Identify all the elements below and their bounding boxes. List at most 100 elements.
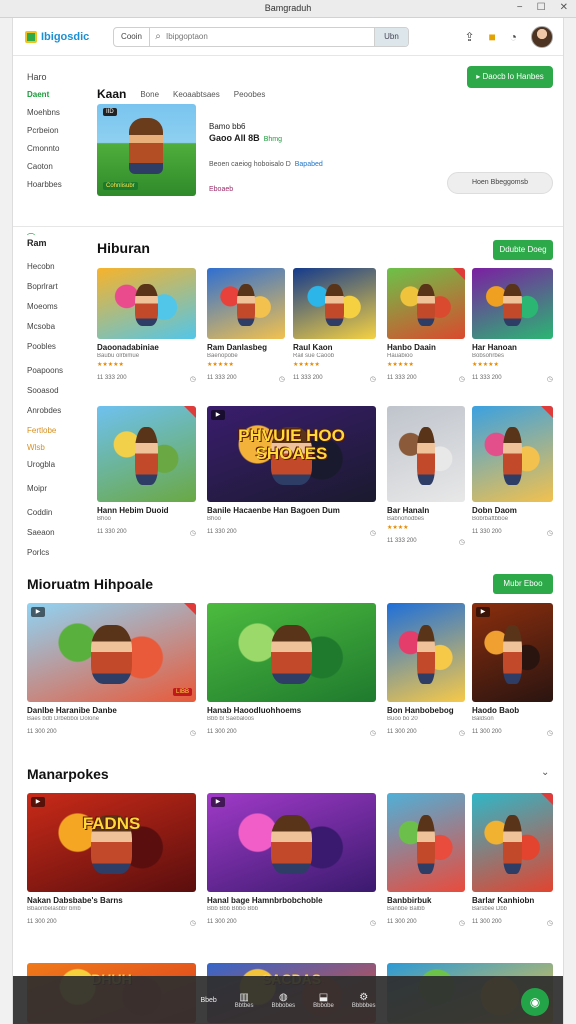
game-card[interactable]: Har Hanoan Bobsohrbes ★★★★★ 11 333 200 ◷ [472, 268, 553, 383]
game-title[interactable]: Bar Hanaln [387, 506, 465, 515]
game-card[interactable]: Hanab Haoodluohhoems Bbb bl Saebaloos 11 3… [207, 603, 376, 737]
sidebar-item[interactable]: Coddin [27, 508, 63, 528]
sidebar-item[interactable]: Moeoms [27, 302, 63, 322]
game-card[interactable]: Banbbirbuk Banbbe Balbb 11 300 200 ◷ [387, 793, 465, 927]
game-card[interactable]: Bon Hanbobebog Buoo bo 20 11 300 200 ◷ [387, 603, 465, 737]
game-title[interactable]: Banbbirbuk [387, 896, 465, 905]
game-title[interactable]: Raul Kaon [293, 343, 376, 352]
game-card[interactable]: ▶ Haodo Baob Baldson 11 300 200 ◷ [472, 603, 553, 737]
bottom-nav-item[interactable]: ⬓ Bbbobe [313, 992, 334, 1009]
game-card[interactable]: Raul Kaon Rail sue Caoob ★★★★★ 11 333 200 ◷ [293, 268, 376, 383]
info-icon[interactable]: ◷ [190, 375, 196, 383]
game-title[interactable]: Banile Hacaenbe Han Bagoen Dum [207, 506, 376, 515]
chat-button[interactable]: ◉ [521, 988, 549, 1016]
game-title[interactable]: Hanal bage Hamnbrbobchoble [207, 896, 376, 905]
search-input[interactable] [166, 32, 374, 41]
game-thumbnail[interactable] [472, 406, 553, 502]
game-thumbnail[interactable] [387, 268, 465, 339]
game-card[interactable]: Hanbo Daain Hauabioo ★★★★★ 11 333 200 ◷ [387, 268, 465, 383]
sidebar-item[interactable]: Urogbla [27, 460, 63, 484]
sidebar-item[interactable]: Sooasod [27, 386, 63, 406]
game-title[interactable]: Daoonadabiniae [97, 343, 196, 352]
close-icon[interactable]: ✕ [560, 2, 568, 13]
sidebar-item[interactable]: Caoton [27, 162, 77, 180]
header-action-button[interactable]: ▸ Daocb lo Hanbes [467, 66, 553, 88]
game-title[interactable]: Hanab Haoodluohhoems [207, 706, 376, 715]
info-icon[interactable]: ◷ [459, 538, 465, 546]
game-thumbnail[interactable] [387, 603, 465, 702]
featured-action-button[interactable]: Hoen Bbeggomsb [447, 172, 553, 194]
info-icon[interactable]: ◷ [190, 919, 196, 927]
game-thumbnail[interactable] [97, 406, 196, 502]
game-thumbnail[interactable]: ▶ LIBB [27, 603, 196, 702]
game-thumbnail[interactable] [472, 793, 553, 892]
sidebar-item[interactable]: Hoarbbes [27, 180, 77, 198]
info-icon[interactable]: ◷ [459, 375, 465, 383]
game-title[interactable]: Haodo Baob [472, 706, 553, 715]
sidebar-item[interactable]: Hecobn [27, 262, 63, 282]
info-icon[interactable]: ◷ [370, 375, 376, 383]
sidebar-item[interactable]: Porlcs [27, 548, 63, 568]
info-icon[interactable]: ◷ [190, 729, 196, 737]
sidebar-item[interactable]: Moipr [27, 484, 63, 508]
game-card[interactable]: ▶ PHVUIE HOO SHOAES Banile Hacaenbe Han Ba… [207, 406, 376, 537]
info-icon[interactable]: ◷ [370, 729, 376, 737]
game-card[interactable]: Ram Danlasbeg Baenopobe ★★★★★ 11 333 200 ◷ [207, 268, 285, 383]
game-thumbnail[interactable] [387, 793, 465, 892]
game-thumbnail[interactable] [97, 268, 196, 339]
game-thumbnail[interactable] [293, 268, 376, 339]
minimize-icon[interactable]: − [517, 2, 523, 13]
sidebar-item[interactable]: Cmonnto [27, 144, 77, 162]
sidebar-item[interactable]: Fertlobe [27, 426, 63, 443]
maximize-icon[interactable]: ☐ [537, 2, 546, 13]
game-thumbnail[interactable]: ▶ PHVUIE HOO SHOAES [207, 406, 376, 502]
game-thumbnail[interactable] [207, 268, 285, 339]
sidebar-item[interactable]: Moehbns [27, 108, 77, 126]
notification-icon[interactable]: ◔ [510, 30, 517, 44]
sidebar-item[interactable]: Boprlrart [27, 282, 63, 302]
game-card[interactable]: ▶ FADNS Nakan Dabsbabe's Barns Bbaonbelasbb… [27, 793, 196, 927]
game-title[interactable]: Danlbe Haranibe Danbe [27, 706, 196, 715]
info-icon[interactable]: ◷ [547, 375, 553, 383]
game-title[interactable]: Ram Danlasbeg [207, 343, 285, 352]
avatar[interactable] [531, 25, 553, 48]
section-1-button[interactable]: Ddubte Doeg [493, 240, 553, 260]
sidebar-item[interactable]: Poapoons [27, 366, 63, 386]
game-card[interactable]: ▶ Hanal bage Hamnbrbobchoble Bbb Bbb Bbbo … [207, 793, 376, 927]
sidebar-item[interactable]: Poobles [27, 342, 63, 366]
section-2-button[interactable]: Mubr Eboo [493, 574, 553, 594]
featured-publisher[interactable]: Eboaeb [209, 186, 323, 193]
info-icon[interactable]: ◷ [547, 729, 553, 737]
app-logo[interactable]: Ibigosdic [25, 30, 113, 43]
bottom-nav-item[interactable]: ▥ Bbtbes [235, 992, 254, 1009]
game-card[interactable]: Bar Hanaln Babnohodbes ★★★★ 11 333 200 ◷ [387, 406, 465, 546]
info-icon[interactable]: ◷ [547, 919, 553, 927]
game-thumbnail[interactable] [387, 406, 465, 502]
game-title[interactable]: Bon Hanbobebog [387, 706, 465, 715]
game-thumbnail[interactable] [207, 603, 376, 702]
game-card[interactable]: Daoonadabiniae Baubu olrbimue ★★★★★ 11 333 … [97, 268, 196, 383]
info-icon[interactable]: ◷ [279, 375, 285, 383]
info-icon[interactable]: ◷ [459, 919, 465, 927]
game-thumbnail[interactable]: ▶ [472, 603, 553, 702]
game-card[interactable]: Barlar Kanhiobn Barsbee Dbb 11 300 200 ◷ [472, 793, 553, 927]
sidebar-item[interactable]: Haro [27, 72, 77, 90]
game-thumbnail[interactable]: ▶ FADNS [27, 793, 196, 892]
game-card[interactable]: Hann Hebim Duoid Bhoo 11 330 200 ◷ [97, 406, 196, 537]
search-scope-select[interactable]: Cooin [114, 27, 150, 46]
info-icon[interactable]: ◷ [370, 919, 376, 927]
sidebar-item[interactable]: Pcrbeion [27, 126, 77, 144]
game-title[interactable]: Hann Hebim Duoid [97, 506, 196, 515]
game-title[interactable]: Barlar Kanhiobn [472, 896, 553, 905]
game-thumbnail[interactable]: ▶ [207, 793, 376, 892]
bottom-nav-item[interactable]: ⚙ Bbbbbes [352, 992, 376, 1009]
share-icon[interactable]: ⇪ [464, 30, 474, 44]
game-card[interactable]: ▶ LIBB Danlbe Haranibe Danbe Baes bdb Drbeb… [27, 603, 196, 737]
info-icon[interactable]: ◷ [547, 529, 553, 537]
sidebar-item[interactable]: Wlsb [27, 443, 63, 460]
sidebar-item[interactable]: Saeaon [27, 528, 63, 548]
featured-image[interactable]: IID Cohnlisubr [97, 104, 196, 196]
gift-icon[interactable]: ■ [489, 30, 496, 44]
featured-banner[interactable]: IID Cohnlisubr Bamo bb6 Gaoo AlI 8B Bhmg … [97, 104, 553, 196]
featured-link[interactable]: Bapabed [295, 161, 323, 168]
